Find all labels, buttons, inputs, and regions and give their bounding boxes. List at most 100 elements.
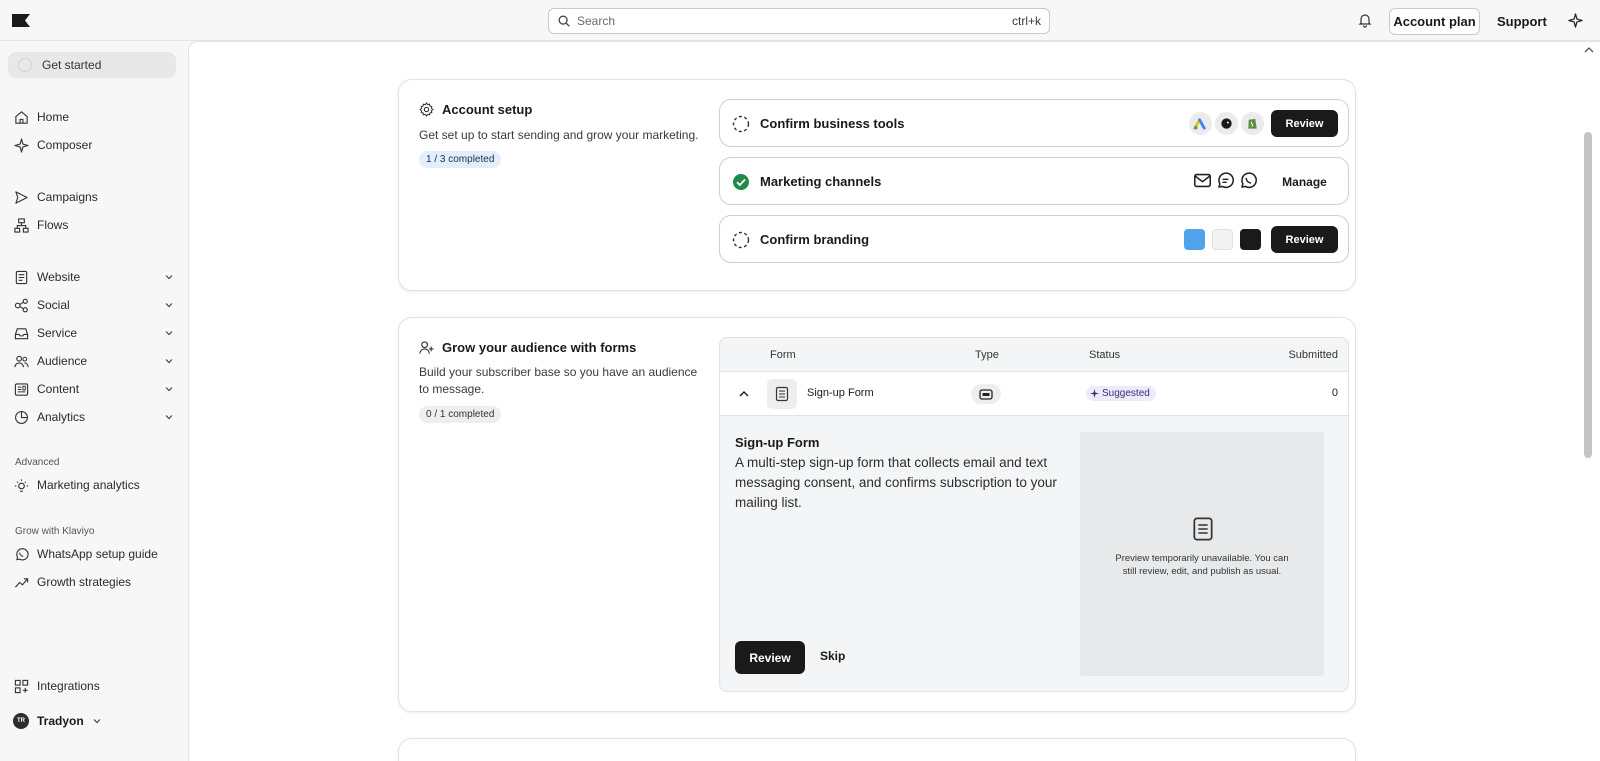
progress-circle-icon [18,58,32,72]
forms-description: Build your subscriber base so you have a… [419,365,698,396]
sidebar-item-content[interactable]: Content [14,380,174,398]
task-marketing-channels[interactable]: Marketing channels Manage [719,157,1349,205]
form-name[interactable]: Sign-up Form [807,387,874,399]
chevron-down-icon [165,359,173,364]
form-document-icon [767,379,797,409]
task-confirm-branding[interactable]: Confirm branding Review [719,215,1349,263]
account-plan-button[interactable]: Account plan [1389,8,1480,35]
status-badge: Suggested [1086,386,1156,401]
manage-channels-button[interactable]: Manage [1271,168,1338,195]
brand-color-swatch [1212,229,1233,250]
sidebar-item-campaigns[interactable]: Campaigns [14,188,174,206]
sidebar-item-label: Flows [37,218,69,232]
sparkle-icon [1090,389,1099,398]
grid-plus-icon [14,679,29,693]
top-bar: Search ctrl+k Account plan Support [0,0,1600,41]
sidebar-item-analytics[interactable]: Analytics [14,408,174,426]
forms-card: Grow your audience with forms Build your… [398,317,1356,712]
sidebar-item-growth-strategies[interactable]: Growth strategies [14,573,174,591]
task-confirm-business-tools[interactable]: Confirm business tools Review [719,99,1349,147]
skip-form-button[interactable]: Skip [820,649,845,663]
embed-form-type-icon [971,384,1001,404]
task-label: Marketing channels [760,174,882,189]
table-header: Form Type Status Submitted [720,338,1348,371]
review-branding-button[interactable]: Review [1271,226,1338,253]
search-placeholder: Search [577,14,616,28]
avatar: TR [13,713,29,729]
chevron-down-icon [165,415,173,420]
support-link[interactable]: Support [1497,14,1547,29]
sidebar-item-website[interactable]: Website [14,268,174,286]
column-submitted: Submitted [1288,349,1338,361]
pie-chart-icon [15,410,28,424]
form-preview: Preview temporarily unavailable. You can… [1080,432,1324,676]
sidebar-item-integrations[interactable]: Integrations [14,677,174,695]
user-name: Tradyon [37,714,84,728]
klaviyo-logo-icon[interactable] [12,14,30,27]
task-label: Confirm branding [760,232,870,247]
brand-color-swatch [1240,229,1261,250]
sidebar-item-marketing-analytics[interactable]: Marketing analytics [14,476,174,494]
account-setup-progress: 1 / 3 completed [419,151,502,168]
sidebar-item-home[interactable]: Home [14,108,174,126]
section-grow: Grow with Klaviyo [15,526,95,537]
business-tools-logos [1189,112,1264,135]
whatsapp-icon [1238,170,1259,191]
search-shortcut: ctrl+k [1011,14,1041,28]
scrollbar-thumb[interactable] [1584,132,1592,458]
channel-icons [1192,170,1259,191]
form-detail-title: Sign-up Form [735,435,820,450]
chevron-up-icon[interactable] [738,388,750,400]
column-type: Type [975,349,999,361]
account-setup-title: Account setup [419,102,532,117]
content-icon [14,382,29,396]
chevron-down-icon [165,303,173,308]
mailchimp-icon [1215,112,1238,135]
bell-icon[interactable] [1357,12,1373,28]
social-icon [14,298,28,312]
inbox-icon [14,327,29,339]
sidebar-item-label: Home [37,110,70,124]
gear-icon [419,102,434,117]
trend-icon [14,577,29,588]
submitted-count: 0 [1331,387,1338,399]
pending-circle-icon [732,115,750,133]
main-content: Account setup Get set up to start sendin… [188,41,1600,761]
home-icon [15,110,28,124]
form-detail-description: A multi-step sign-up form that collects … [735,455,1057,510]
lightbulb-icon [14,478,29,492]
next-card [398,738,1356,761]
sidebar-item-social[interactable]: Social [14,296,174,314]
table-row[interactable]: Sign-up Form Suggested 0 [720,371,1348,416]
search-input[interactable]: Search ctrl+k [548,8,1050,34]
sidebar-item-audience[interactable]: Audience [14,352,174,370]
document-icon [15,270,28,284]
scroll-up-arrow-icon[interactable] [1584,47,1594,53]
preview-message: Preview temporarily unavailable. You can… [1115,553,1289,577]
add-user-icon [419,341,434,354]
account-switcher[interactable]: TR Tradyon [13,713,102,729]
document-icon [1193,517,1213,541]
sidebar-item-whatsapp-guide[interactable]: WhatsApp setup guide [14,545,174,563]
review-form-button[interactable]: Review [735,641,805,674]
get-started-button[interactable]: Get started [8,52,176,78]
email-icon [1192,170,1213,191]
sidebar-item-flows[interactable]: Flows [14,216,174,234]
sparkle-icon[interactable] [1568,13,1583,28]
forms-table: Form Type Status Submitted Sign-up Form … [719,337,1349,692]
sparkle-icon [14,137,29,153]
sidebar-item-composer[interactable]: Composer [14,136,174,154]
column-form: Form [770,349,796,361]
account-setup-card: Account setup Get set up to start sendin… [398,79,1356,291]
forms-title: Grow your audience with forms [419,340,636,355]
people-icon [14,355,29,367]
sidebar-item-label: Marketing analytics [37,478,140,492]
sidebar-item-label: Social [37,298,70,312]
get-started-label: Get started [42,58,102,72]
sidebar-item-label: Campaigns [37,190,98,204]
sidebar-item-label: Audience [37,354,88,368]
forms-progress: 0 / 1 completed [419,406,502,423]
review-business-tools-button[interactable]: Review [1271,110,1338,137]
sidebar-item-service[interactable]: Service [14,324,174,342]
sidebar-item-label: Analytics [37,410,86,424]
